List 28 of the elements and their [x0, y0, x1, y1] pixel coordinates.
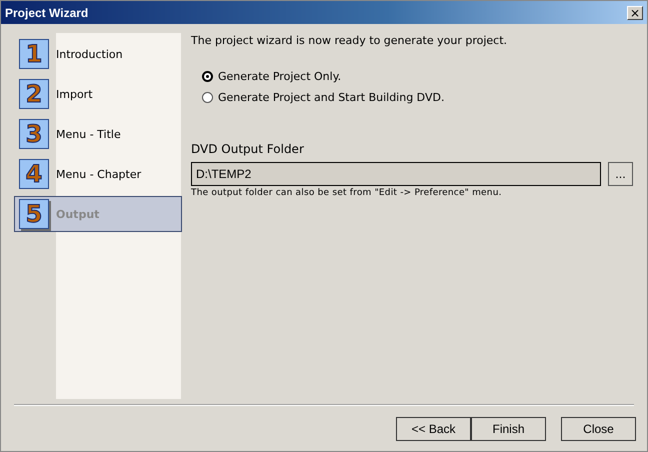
browse-button[interactable]: ...	[608, 162, 633, 186]
window-title: Project Wizard	[5, 6, 88, 20]
radio-option[interactable]: Generate Project and Start Building DVD.	[202, 91, 444, 104]
hint-text: The output folder can also be set from "Edit -> Preference" menu.	[191, 188, 503, 198]
dialog-button[interactable]: Finish	[471, 417, 546, 441]
step-label: Output	[56, 208, 100, 220]
step-number-icon: 5	[19, 199, 49, 229]
step-item[interactable]: 3 Menu - Title	[14, 116, 182, 152]
close-button[interactable]: ×	[627, 6, 643, 20]
step-item[interactable]: 4 Menu - Chapter	[14, 156, 182, 192]
folder-input-field[interactable]: D:\TEMP2	[191, 162, 601, 186]
radio-button[interactable]	[202, 71, 213, 82]
field-label: DVD Output Folder	[191, 142, 305, 156]
dialog-button[interactable]: << Back	[396, 417, 471, 441]
step-label: Import	[56, 88, 93, 100]
dialog-button[interactable]: Close	[561, 417, 636, 441]
step-label: Menu - Title	[56, 128, 121, 140]
heading-text: The project wizard is now ready to generate your project.	[191, 34, 508, 47]
radio-option[interactable]: Generate Project Only.	[202, 70, 342, 83]
step-number-icon: 2	[19, 79, 49, 109]
step-item[interactable]: 2 Import	[14, 76, 182, 112]
step-label: Introduction	[56, 48, 123, 60]
step-number-icon: 1	[19, 39, 49, 69]
step-number-icon: 4	[19, 159, 49, 189]
step-label: Menu - Chapter	[56, 168, 142, 180]
step-item[interactable]: 1 Introduction	[14, 36, 182, 72]
radio-button[interactable]	[202, 92, 213, 103]
step-number-icon: 3	[19, 119, 49, 149]
